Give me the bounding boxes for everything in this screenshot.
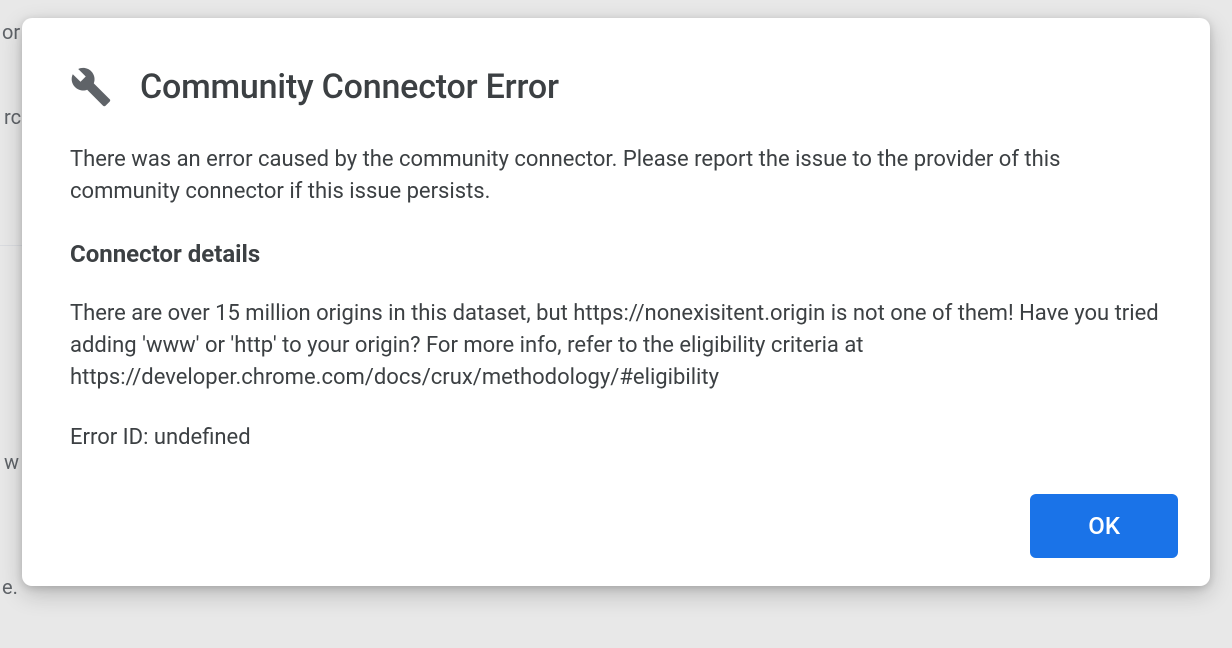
- wrench-icon: [70, 66, 112, 108]
- connector-details-heading: Connector details: [70, 240, 1162, 268]
- dialog-content: Community Connector Error There was an e…: [22, 18, 1210, 474]
- dialog-title: Community Connector Error: [140, 67, 559, 107]
- error-id-text: Error ID: undefined: [70, 425, 1162, 450]
- dialog-intro-text: There was an error caused by the communi…: [70, 144, 1162, 208]
- connector-detail-text: There are over 15 million origins in thi…: [70, 298, 1162, 394]
- dialog-backdrop: Community Connector Error There was an e…: [0, 0, 1232, 648]
- dialog-header: Community Connector Error: [70, 66, 1162, 108]
- error-dialog: Community Connector Error There was an e…: [22, 18, 1210, 586]
- ok-button[interactable]: OK: [1030, 494, 1178, 558]
- dialog-footer: OK: [22, 474, 1210, 586]
